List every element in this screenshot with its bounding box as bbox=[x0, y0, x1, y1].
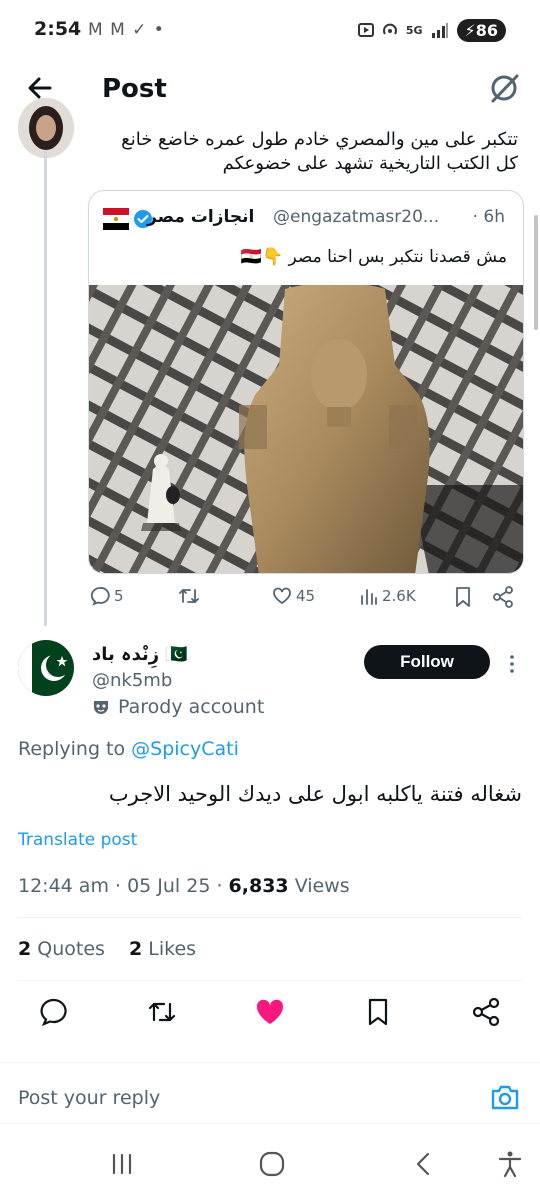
egypt-flag-icon bbox=[103, 208, 129, 230]
author-avatar[interactable] bbox=[18, 640, 74, 696]
post-text: شغاله فتنة ياكلبه ابول على ديدك الوحيد ا… bbox=[108, 782, 522, 806]
quoted-post[interactable]: انجازات مصر @engazatmasr20... · 6h مش قص… bbox=[88, 190, 524, 574]
heart-filled-icon[interactable] bbox=[254, 996, 286, 1028]
system-nav-bar bbox=[0, 1126, 540, 1199]
status-time: 2:54 bbox=[34, 18, 82, 40]
reply-count[interactable]: 5 bbox=[90, 586, 124, 606]
parent-avatar[interactable] bbox=[18, 98, 74, 158]
follow-button[interactable]: Follow bbox=[364, 645, 490, 679]
signal-icon bbox=[431, 23, 448, 38]
quoted-author-name: انجازات مصر bbox=[147, 207, 255, 227]
camera-icon[interactable] bbox=[490, 1083, 520, 1111]
reply-composer[interactable]: Post your reply bbox=[0, 1062, 540, 1124]
divider bbox=[18, 917, 522, 918]
reply-icon bbox=[90, 587, 110, 606]
bookmark-icon[interactable] bbox=[454, 586, 472, 608]
network-label: 5G bbox=[405, 23, 423, 37]
battery-level: ⚡86 bbox=[456, 18, 506, 42]
repost-icon[interactable] bbox=[146, 996, 178, 1028]
post-stats: 2 Quotes 2 Likes bbox=[18, 938, 196, 960]
parent-reply-text: تتكبر على مين والمصري خادم طول عمره خاضع… bbox=[121, 129, 518, 174]
top-bar: Post bbox=[0, 62, 540, 120]
views-count: 6,833 bbox=[228, 875, 289, 897]
repost-count[interactable] bbox=[178, 586, 204, 606]
repost-icon bbox=[179, 588, 199, 604]
accessibility-icon[interactable] bbox=[496, 1150, 524, 1178]
heart-icon bbox=[273, 587, 291, 605]
status-right: 5G ⚡86 bbox=[357, 18, 506, 42]
view-count[interactable]: 2.6K bbox=[360, 586, 416, 606]
quoted-author-handle: @engazatmasr20... bbox=[273, 207, 440, 227]
reply-icon[interactable] bbox=[38, 996, 70, 1028]
cast-icon bbox=[357, 23, 374, 37]
parody-label: Parody account bbox=[92, 696, 264, 718]
quoted-post-image[interactable] bbox=[89, 285, 524, 574]
post-actions bbox=[0, 996, 540, 1032]
scrollbar[interactable] bbox=[534, 215, 538, 330]
share-icon[interactable] bbox=[492, 586, 514, 608]
replying-to: Replying to @SpicyCati bbox=[18, 738, 239, 760]
quoted-post-actions: 5 45 2.6K bbox=[90, 586, 520, 614]
share-icon[interactable] bbox=[470, 996, 502, 1028]
like-count[interactable]: 45 bbox=[272, 586, 315, 606]
replying-to-link[interactable]: @SpicyCati bbox=[131, 738, 239, 760]
back-nav-icon[interactable] bbox=[410, 1150, 438, 1178]
reply-input[interactable]: Post your reply bbox=[18, 1087, 160, 1109]
recent-apps-icon[interactable] bbox=[108, 1150, 136, 1178]
divider bbox=[18, 980, 522, 981]
status-bar: 2:54 M M ✓ • 5G ⚡86 bbox=[0, 0, 540, 62]
author-name[interactable]: زِنْدہ باد 🇵🇰 bbox=[92, 644, 188, 665]
more-options-icon[interactable] bbox=[508, 654, 516, 674]
home-icon[interactable] bbox=[258, 1150, 286, 1178]
page-title: Post bbox=[102, 74, 167, 104]
quoted-post-header: انجازات مصر @engazatmasr20... · 6h bbox=[103, 207, 507, 233]
mask-icon bbox=[94, 701, 108, 714]
hotspot-icon bbox=[382, 23, 397, 35]
quoted-post-time: · 6h bbox=[472, 207, 505, 227]
likes-stat[interactable]: 2 Likes bbox=[129, 938, 196, 960]
bookmark-icon[interactable] bbox=[362, 996, 394, 1028]
notification-icons: M M ✓ • bbox=[88, 20, 165, 40]
thread-line bbox=[44, 150, 47, 626]
quoted-post-text: مش قصدنا نتكبر بس احنا مصر 👇🇪🇬 bbox=[240, 247, 507, 267]
views-icon bbox=[361, 589, 377, 605]
post-meta: 12:44 am · 05 Jul 25 · 6,833 Views bbox=[18, 875, 350, 897]
quotes-stat[interactable]: 2 Quotes bbox=[18, 938, 105, 960]
translate-link[interactable]: Translate post bbox=[18, 830, 137, 850]
author-handle[interactable]: @nk5mb bbox=[92, 670, 172, 691]
grok-icon[interactable] bbox=[488, 72, 520, 104]
